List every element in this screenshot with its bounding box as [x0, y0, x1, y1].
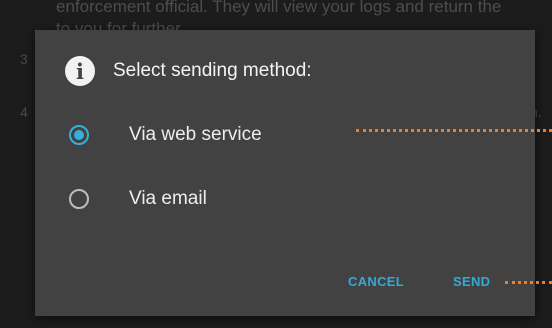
sending-method-dialog: i Select sending method: Via web service…: [35, 30, 535, 316]
radio-unselected-icon[interactable]: [69, 189, 89, 209]
option-label: Via email: [129, 188, 207, 209]
cancel-button[interactable]: CANCEL: [348, 274, 404, 289]
option-label: Via web service: [129, 124, 262, 145]
background-step-number: 4: [20, 104, 28, 120]
radio-selected-icon[interactable]: [69, 125, 89, 145]
info-icon: i: [65, 56, 95, 86]
callout-leader-line: [356, 129, 552, 132]
dialog-header: i Select sending method:: [65, 56, 312, 86]
dialog-title: Select sending method:: [113, 60, 312, 81]
option-email[interactable]: Via email: [69, 188, 207, 210]
background-line: enforcement official. They will view you…: [56, 0, 502, 16]
send-button[interactable]: SEND: [453, 274, 490, 289]
background-step-number: 3: [20, 51, 28, 67]
option-web-service[interactable]: Via web service: [69, 124, 262, 146]
callout-leader-line: [505, 281, 552, 284]
